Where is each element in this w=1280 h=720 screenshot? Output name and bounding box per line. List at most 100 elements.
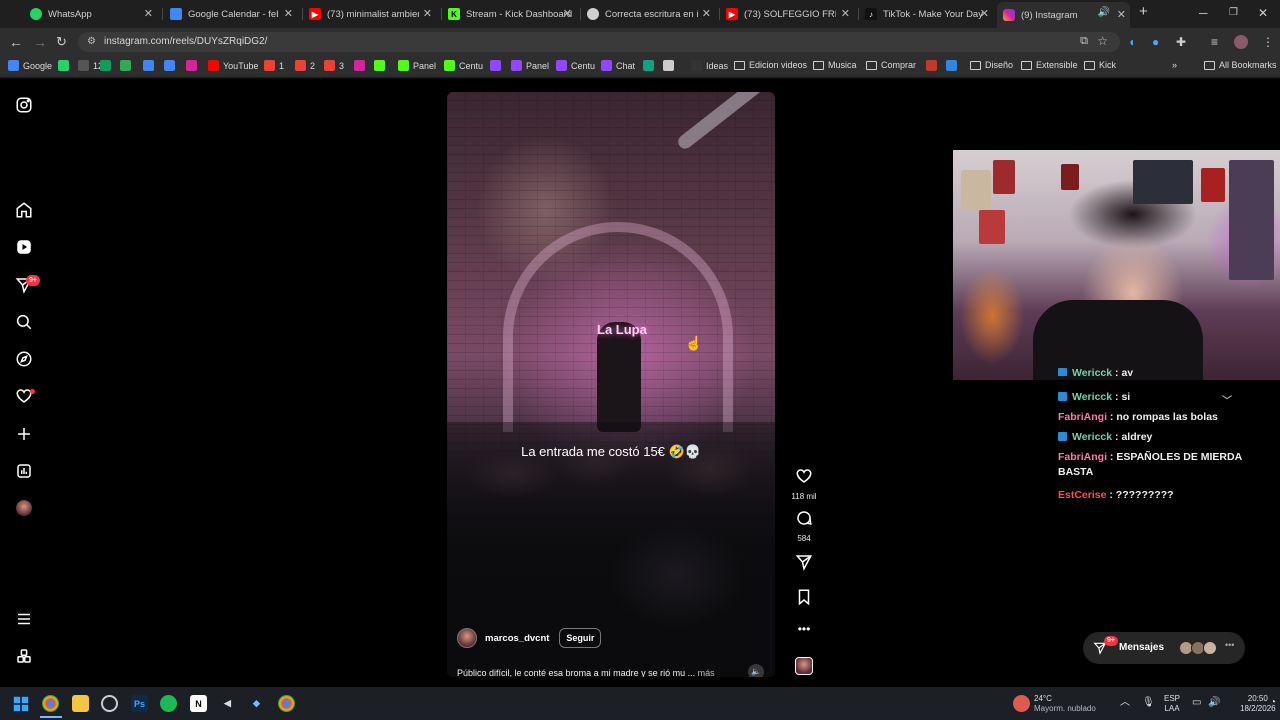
extension-icon[interactable]: ◖	[1128, 35, 1135, 49]
bookmark-item[interactable]: 1	[264, 60, 284, 71]
bookmark-item[interactable]: Panel	[398, 60, 436, 71]
bookmark-item[interactable]	[58, 60, 73, 71]
like-button[interactable]: 118 mil	[783, 467, 825, 501]
close-icon[interactable]: ✕	[144, 7, 153, 20]
tab-youtube-ambient[interactable]: ▶ (73) minimalist ambient || ✕	[309, 3, 434, 25]
bookmark-item[interactable]	[946, 60, 961, 71]
site-info-icon[interactable]: ⚙	[87, 36, 96, 47]
cast-icon[interactable]: ⧉	[1080, 35, 1088, 48]
options-button[interactable]: •••	[783, 622, 825, 636]
author-avatar[interactable]	[457, 628, 477, 648]
comment-button[interactable]: 584	[783, 509, 825, 543]
messages-button[interactable]: 9+ Mensajes •••	[1083, 632, 1245, 664]
chrome-profile-icon[interactable]	[278, 695, 295, 712]
profile-icon[interactable]	[14, 498, 34, 518]
close-icon[interactable]: ✕	[423, 7, 432, 20]
tab-google-calendar[interactable]: Google Calendar - febrero ✕	[170, 3, 295, 25]
create-icon[interactable]	[14, 424, 34, 444]
bookmark-item[interactable]	[120, 60, 135, 71]
media-icon[interactable]: ≡	[1211, 35, 1218, 49]
dashboard-icon[interactable]	[14, 461, 34, 481]
bookmark-folder[interactable]: Extensible	[1021, 60, 1078, 70]
microphone-icon[interactable]: 🎙	[1142, 698, 1155, 708]
bookmark-item[interactable]	[100, 60, 115, 71]
bookmark-item[interactable]	[663, 60, 678, 71]
bookmark-item[interactable]	[164, 60, 179, 71]
bookmark-item[interactable]: 2	[295, 60, 315, 71]
bookmarks-overflow-icon[interactable]: »	[1172, 60, 1177, 70]
bookmark-folder[interactable]: Kick	[1084, 60, 1116, 70]
tab-chatgpt[interactable]: Correcta escritura en inglés ✕	[587, 3, 713, 25]
restore-button[interactable]: ❐	[1229, 7, 1238, 18]
extensions-puzzle-icon[interactable]: ✚	[1176, 35, 1186, 49]
share-button[interactable]	[783, 553, 825, 576]
search-icon[interactable]	[14, 312, 34, 332]
back-icon[interactable]: ←	[9, 34, 23, 50]
address-bar[interactable]: ⚙ instagram.com/reels/DUYsZRqiDG2/ ⧉ ☆	[78, 32, 1120, 52]
bookmark-item[interactable]: YouTube	[208, 60, 258, 71]
close-icon[interactable]: ✕	[841, 7, 850, 20]
bookmark-star-icon[interactable]: ☆	[1097, 34, 1108, 48]
volume-icon[interactable]: 🔊	[1208, 698, 1220, 708]
weather-icon[interactable]	[1013, 695, 1030, 712]
speaker-icon[interactable]: 🔊	[1098, 7, 1110, 18]
bookmark-item[interactable]: Panel	[511, 60, 549, 71]
reload-icon[interactable]: ↻	[56, 34, 67, 50]
bookmark-folder[interactable]: Musica	[813, 60, 857, 70]
new-tab-button[interactable]: +	[1139, 3, 1148, 20]
follow-button[interactable]: Seguir	[559, 628, 602, 648]
chrome-icon[interactable]	[42, 695, 59, 712]
explore-icon[interactable]	[14, 349, 34, 369]
tab-instagram[interactable]: (9) Instagram 🔊 ✕	[997, 2, 1130, 28]
bookmark-item[interactable]: Centu	[444, 60, 483, 71]
extension-icon[interactable]: ●	[1152, 35, 1159, 49]
close-window-button[interactable]: ✕	[1258, 6, 1268, 20]
weather-desc[interactable]: Mayorm. nublado	[1034, 704, 1096, 714]
bookmark-item[interactable]	[374, 60, 389, 71]
chevron-down-icon[interactable]: ﹀	[1222, 392, 1232, 407]
bookmark-folder[interactable]: Edicion videos	[734, 60, 807, 70]
spotify-icon[interactable]	[160, 695, 177, 712]
close-icon[interactable]: ✕	[563, 7, 572, 20]
bookmark-item[interactable]	[926, 60, 941, 71]
weather-temp[interactable]: 24°C	[1034, 694, 1052, 704]
reels-icon[interactable]	[14, 237, 34, 257]
file-explorer-icon[interactable]	[72, 695, 89, 712]
tab-kick-dashboard[interactable]: K Stream - Kick Dashboard ✕	[448, 3, 574, 25]
forward-icon[interactable]: →	[33, 34, 47, 50]
photoshop-icon[interactable]: Ps	[131, 695, 148, 712]
url-text[interactable]: instagram.com/reels/DUYsZRqiDG2/	[104, 36, 267, 47]
more-icon[interactable]	[14, 609, 34, 629]
reel-video[interactable]: La Lupa La entrada me costó 15€ 🤣💀 marco…	[447, 92, 775, 677]
notion-icon[interactable]: N	[190, 695, 207, 712]
bookmark-folder[interactable]: Diseño	[970, 60, 1013, 70]
obs-icon[interactable]	[101, 695, 118, 712]
bookmark-item[interactable]	[186, 60, 201, 71]
meta-icon[interactable]	[14, 646, 34, 666]
bookmark-item[interactable]	[354, 60, 369, 71]
all-bookmarks[interactable]: All Bookmarks	[1204, 60, 1277, 70]
tab-youtube-solfeggio[interactable]: ▶ (73) SOLFEGGIO FREQUENCY ✕	[726, 3, 852, 25]
network-icon[interactable]: ▭	[1192, 698, 1201, 708]
profile-avatar[interactable]	[1234, 35, 1248, 49]
menu-icon[interactable]: ⋮	[1262, 35, 1274, 49]
bookmark-item[interactable]	[490, 60, 505, 71]
notifications-center-icon[interactable]: ◔	[1270, 698, 1276, 708]
close-icon[interactable]: ✕	[980, 7, 989, 20]
save-button[interactable]	[783, 588, 825, 611]
author-name[interactable]: marcos_dvcnt	[485, 633, 549, 644]
capcut-icon[interactable]: ◀	[219, 695, 236, 712]
tab-tiktok[interactable]: ♪ TikTok - Make Your Day ✕	[865, 3, 991, 25]
chevron-up-icon[interactable]: ︿	[1120, 698, 1130, 708]
bookmark-item[interactable]	[143, 60, 158, 71]
close-icon[interactable]: ✕	[284, 7, 293, 20]
bookmark-item[interactable]: Chat	[601, 60, 635, 71]
mute-button[interactable]: 🔈	[748, 664, 764, 677]
language-indicator[interactable]: ESP LAA	[1164, 694, 1180, 714]
app-icon[interactable]: ◆	[248, 695, 265, 712]
windows-start-icon[interactable]	[12, 695, 29, 712]
home-icon[interactable]	[14, 200, 34, 220]
close-icon[interactable]: ✕	[1117, 8, 1126, 21]
bookmark-item[interactable]: Ideas	[691, 60, 728, 71]
minimize-button[interactable]: ─	[1199, 6, 1208, 20]
